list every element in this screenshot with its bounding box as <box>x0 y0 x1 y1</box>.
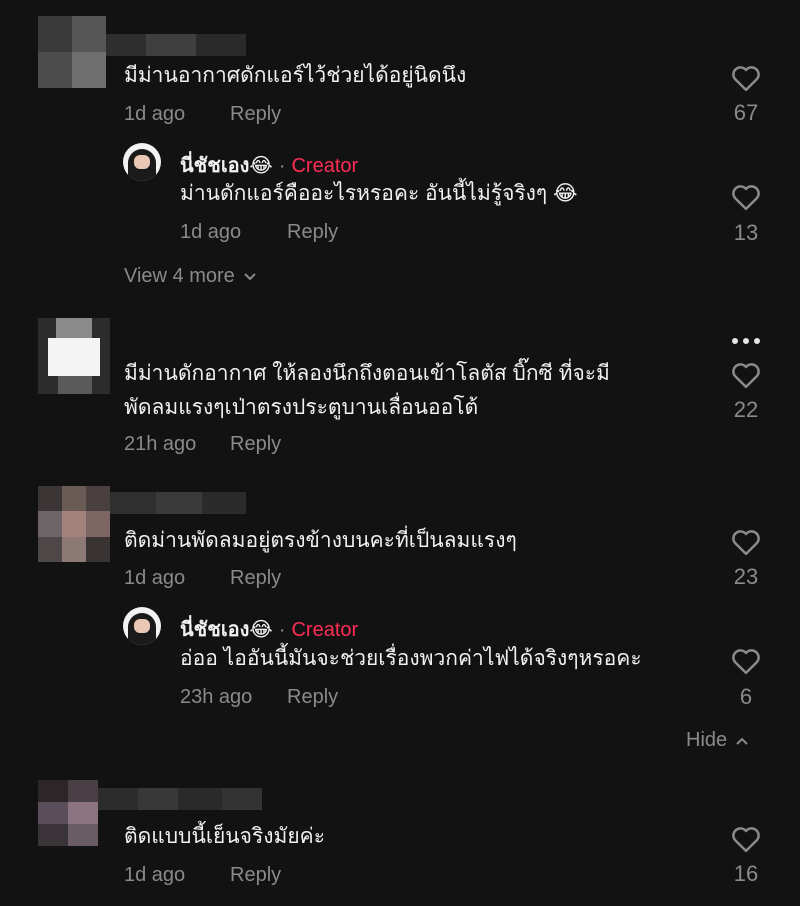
comment-text-line: พัดลมแรงๆเป่าตรงประตูบานเลื่อนออโต้ <box>124 396 479 419</box>
chevron-up-icon <box>736 737 748 745</box>
comment-text: มีม่านอากาศดักแอร์ไว้ช่วยได้อยู่นิดนึง <box>124 64 467 87</box>
avatar[interactable] <box>123 143 161 181</box>
heart-icon[interactable] <box>731 183 761 211</box>
heart-icon[interactable] <box>731 825 761 853</box>
comment-text: ติดม่านพัดลมอยู่ตรงข้างบนคะที่เป็นลมแรงๆ <box>124 529 517 552</box>
reply-button[interactable]: Reply <box>230 433 281 456</box>
separator-dot: · <box>278 155 286 177</box>
heart-icon[interactable] <box>731 528 761 556</box>
separator-dot: · <box>278 619 286 641</box>
reply-button[interactable]: Reply <box>230 567 281 590</box>
avatar[interactable] <box>38 780 98 846</box>
comment-time: 1d ago <box>124 567 186 589</box>
avatar[interactable] <box>123 607 161 645</box>
comment-time: 21h ago <box>124 433 197 455</box>
reply-text: ม่านดักแอร์คืออะไรหรอคะ อันนี้ไม่รู้จริง… <box>180 182 578 205</box>
creator-badge: Creator <box>291 619 359 641</box>
view-more-label: View 4 more <box>124 265 235 287</box>
avatar[interactable] <box>38 318 110 394</box>
reply-button[interactable]: Reply <box>230 864 281 887</box>
heart-icon[interactable] <box>731 361 761 389</box>
comment-text-line: มีม่านดักอากาศ ให้ลองนึกถึงตอนเข้าโลตัส … <box>124 362 610 385</box>
chevron-down-icon <box>244 272 256 280</box>
reply-time: 1d ago <box>180 221 242 243</box>
reply-header: นี่ชัชเอง😂 · Creator <box>180 149 358 181</box>
author-name[interactable]: นี่ชัชเอง😂 <box>180 613 273 645</box>
like-count: 67 <box>733 100 759 125</box>
like-count: 23 <box>733 564 759 589</box>
hide-replies-button[interactable]: Hide <box>686 729 749 752</box>
creator-badge: Creator <box>291 155 359 177</box>
comment-time: 1d ago <box>124 103 186 125</box>
reply-button[interactable]: Reply <box>287 221 338 244</box>
author-name-blurred[interactable] <box>98 788 262 810</box>
reply-time: 23h ago <box>180 686 253 708</box>
heart-icon[interactable] <box>731 647 761 675</box>
like-count: 13 <box>733 220 759 245</box>
author-name-blurred[interactable] <box>106 34 246 56</box>
author-name[interactable]: นี่ชัชเอง😂 <box>180 149 273 181</box>
view-more-replies-button[interactable]: View 4 more <box>124 265 257 288</box>
avatar[interactable] <box>38 16 106 88</box>
reply-text: อ่ออ ไออันนี้มันจะช่วยเรื่องพวกค่าไฟได้จ… <box>180 647 642 670</box>
author-name-blurred[interactable] <box>110 492 246 514</box>
heart-icon[interactable] <box>731 64 761 92</box>
comment-time: 1d ago <box>124 864 186 886</box>
reply-button[interactable]: Reply <box>287 686 338 709</box>
hide-label: Hide <box>686 729 728 751</box>
avatar[interactable] <box>38 486 110 562</box>
comment-text: ติดแบบนี้เย็นจริงมัยค่ะ <box>124 825 325 848</box>
reply-header: นี่ชัชเอง😂 · Creator <box>180 613 358 645</box>
reply-button[interactable]: Reply <box>230 103 281 126</box>
more-options-icon[interactable] <box>730 336 762 346</box>
like-count: 6 <box>739 684 753 709</box>
like-count: 22 <box>733 397 759 422</box>
like-count: 16 <box>733 861 759 886</box>
